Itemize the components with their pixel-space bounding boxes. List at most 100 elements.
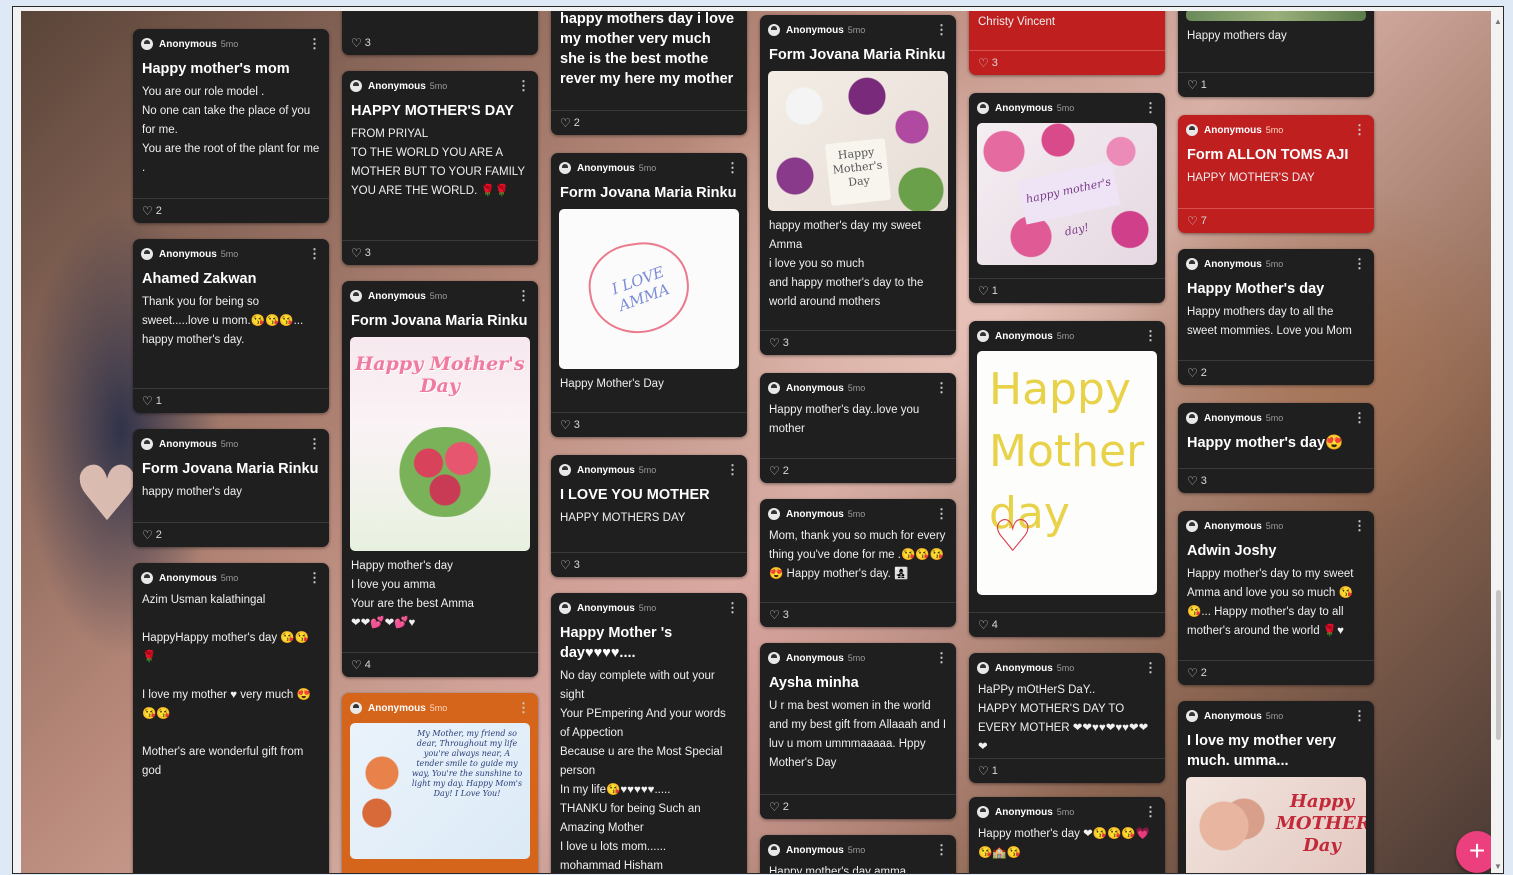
heart-icon[interactable]: ♡ [142, 394, 153, 408]
heart-icon[interactable]: ♡ [978, 284, 989, 298]
kebab-menu-icon[interactable]: ⋮ [308, 246, 321, 262]
heart-icon[interactable]: ♡ [978, 618, 989, 632]
post-time: 5mo [220, 249, 239, 259]
kebab-menu-icon[interactable]: ⋮ [308, 36, 321, 52]
scroll-down-icon[interactable]: ▼ [1494, 862, 1502, 871]
heart-icon[interactable]: ♡ [1187, 78, 1198, 92]
post-card[interactable]: Anonymous 5mo ⋮ Happy mother's day ❤😘😘😘💗😘🏫… [969, 797, 1165, 873]
heart-icon[interactable]: ♡ [351, 36, 362, 50]
post-header: Anonymous 5mo ⋮ [760, 499, 956, 525]
kebab-menu-icon[interactable]: ⋮ [726, 600, 739, 616]
heart-icon[interactable]: ♡ [560, 418, 571, 432]
kebab-menu-icon[interactable]: ⋮ [1353, 708, 1366, 724]
post-card[interactable]: Anonymous 5mo ⋮ Ahamed Zakwan Thank you fo… [133, 239, 329, 413]
anonymous-avatar-icon [559, 162, 571, 174]
kebab-menu-icon[interactable]: ⋮ [1144, 100, 1157, 116]
post-author: Anonymous [368, 80, 426, 92]
kebab-menu-icon[interactable]: ⋮ [935, 842, 948, 858]
kebab-menu-icon[interactable]: ⋮ [1353, 122, 1366, 138]
kebab-menu-icon[interactable]: ⋮ [1144, 660, 1157, 676]
kebab-menu-icon[interactable]: ⋮ [726, 160, 739, 176]
post-card[interactable]: ♡ 3 [342, 11, 538, 55]
heart-icon[interactable]: ♡ [1187, 666, 1198, 680]
post-card[interactable]: Anonymous 5mo ⋮ Happy mother's day😍 ♡ 3 [1178, 403, 1374, 493]
heart-icon[interactable]: ♡ [142, 204, 153, 218]
kebab-menu-icon[interactable]: ⋮ [308, 570, 321, 586]
post-time: 5mo [638, 603, 657, 613]
post-image[interactable]: My Mother, my friend so dear, Throughout… [350, 723, 530, 859]
post-image[interactable]: Happy Mother's Day [768, 71, 948, 211]
kebab-menu-icon[interactable]: ⋮ [935, 380, 948, 396]
heart-icon[interactable]: ♡ [1187, 214, 1198, 228]
post-card[interactable]: Christy Vincent ♡ 3 [969, 11, 1165, 75]
scrollbar[interactable]: ▲ ▼ [1493, 15, 1503, 873]
post-card[interactable]: Anonymous 5mo ⋮ Form Jovana Maria Rinku ha… [133, 429, 329, 547]
post-author: Anonymous [1204, 124, 1262, 136]
add-post-button[interactable]: + [1456, 831, 1491, 873]
heart-icon[interactable]: ♡ [769, 336, 780, 350]
kebab-menu-icon[interactable]: ⋮ [1353, 518, 1366, 534]
scrollbar-thumb[interactable] [1496, 590, 1501, 740]
heart-icon[interactable]: ♡ [978, 764, 989, 778]
kebab-menu-icon[interactable]: ⋮ [517, 700, 530, 716]
kebab-menu-icon[interactable]: ⋮ [726, 462, 739, 478]
post-author: Anonymous [368, 290, 426, 302]
heart-icon[interactable]: ♡ [1187, 474, 1198, 488]
heart-icon[interactable]: ♡ [769, 608, 780, 622]
post-card[interactable]: Anonymous 5mo ⋮ HaPPy mOtHerS DaY.. HAPPY … [969, 653, 1165, 783]
post-author: Anonymous [577, 464, 635, 476]
post-image[interactable]: Happy MOTHER'S Day [1186, 777, 1366, 873]
heart-icon[interactable]: ♡ [142, 528, 153, 542]
kebab-menu-icon[interactable]: ⋮ [517, 288, 530, 304]
kebab-menu-icon[interactable]: ⋮ [1144, 328, 1157, 344]
kebab-menu-icon[interactable]: ⋮ [1144, 804, 1157, 820]
post-card[interactable]: Anonymous 5mo ⋮ Form Jovana Maria Rinku Ha… [342, 281, 538, 677]
post-card[interactable]: Anonymous 5mo ⋮ Happy Mother's day Happy m… [1178, 249, 1374, 385]
post-header: Anonymous 5mo ⋮ [133, 429, 329, 455]
heart-icon[interactable]: ♡ [769, 800, 780, 814]
post-image[interactable]: I LOVE AMMA [559, 209, 739, 369]
kebab-menu-icon[interactable]: ⋮ [1353, 410, 1366, 426]
post-image[interactable] [1186, 11, 1366, 21]
post-card[interactable]: Anonymous 5mo ⋮ Form Jovana Maria Rinku I … [551, 153, 747, 437]
post-card[interactable]: Anonymous 5mo ⋮ Form ALLON TOMS AJI HAPPY … [1178, 115, 1374, 233]
heart-icon[interactable]: ♡ [978, 56, 989, 70]
post-image[interactable]: Happy Mother's Day [350, 337, 530, 551]
kebab-menu-icon[interactable]: ⋮ [1353, 256, 1366, 272]
heart-icon[interactable]: ♡ [351, 658, 362, 672]
post-card[interactable]: Anonymous 5mo ⋮ Happy mother's day amma [760, 835, 956, 873]
post-image[interactable]: Happy Mother day ♡ [977, 351, 1157, 595]
post-image[interactable]: happy mother's day! [977, 123, 1157, 265]
post-author: Anonymous [159, 248, 217, 260]
post-card[interactable]: Anonymous 5mo ⋮ I LOVE YOU MOTHER HAPPY MO… [551, 455, 747, 577]
post-card[interactable]: Anonymous 5mo ⋮ HAPPY MOTHER'S DAY FROM PR… [342, 71, 538, 265]
post-card[interactable]: Anonymous 5mo ⋮ happy mother's day! ♡ 1 [969, 93, 1165, 303]
kebab-menu-icon[interactable]: ⋮ [308, 436, 321, 452]
heart-icon[interactable]: ♡ [1187, 366, 1198, 380]
post-card[interactable]: happy mothers day i love my mother very … [551, 11, 747, 135]
post-card[interactable]: Anonymous 5mo ⋮ Happy Mother day ♡ ♡ 4 [969, 321, 1165, 637]
post-card[interactable]: Happy mothers day ♡ 1 [1178, 11, 1374, 97]
post-card[interactable]: Anonymous 5mo ⋮ Happy mother's mom You are… [133, 29, 329, 223]
heart-icon[interactable]: ♡ [560, 558, 571, 572]
post-card[interactable]: Anonymous 5mo ⋮ Aysha minha U r ma best wo… [760, 643, 956, 819]
post-card[interactable]: Anonymous 5mo ⋮ Mom, thank you so much for… [760, 499, 956, 627]
post-card[interactable]: Anonymous 5mo ⋮ Happy mother's day..love y… [760, 373, 956, 483]
post-card[interactable]: Anonymous 5mo ⋮ My Mother, my friend so de… [342, 693, 538, 873]
kebab-menu-icon[interactable]: ⋮ [935, 506, 948, 522]
post-card[interactable]: Anonymous 5mo ⋮ Happy Mother 's day♥♥♥♥...… [551, 593, 747, 873]
post-card[interactable]: Anonymous 5mo ⋮ I love my mother very much… [1178, 701, 1374, 873]
scroll-up-icon[interactable]: ▲ [1494, 17, 1502, 26]
post-card[interactable]: Anonymous 5mo ⋮ Azim Usman kalathingal Hap… [133, 563, 329, 873]
post-author: Anonymous [995, 662, 1053, 674]
heart-icon[interactable]: ♡ [560, 116, 571, 130]
anonymous-avatar-icon [559, 464, 571, 476]
post-card[interactable]: Anonymous 5mo ⋮ Adwin Joshy Happy mother's… [1178, 511, 1374, 685]
post-author: Anonymous [577, 602, 635, 614]
kebab-menu-icon[interactable]: ⋮ [935, 650, 948, 666]
heart-icon[interactable]: ♡ [351, 246, 362, 260]
heart-icon[interactable]: ♡ [769, 464, 780, 478]
kebab-menu-icon[interactable]: ⋮ [517, 78, 530, 94]
kebab-menu-icon[interactable]: ⋮ [935, 22, 948, 38]
post-card[interactable]: Anonymous 5mo ⋮ Form Jovana Maria Rinku Ha… [760, 15, 956, 355]
